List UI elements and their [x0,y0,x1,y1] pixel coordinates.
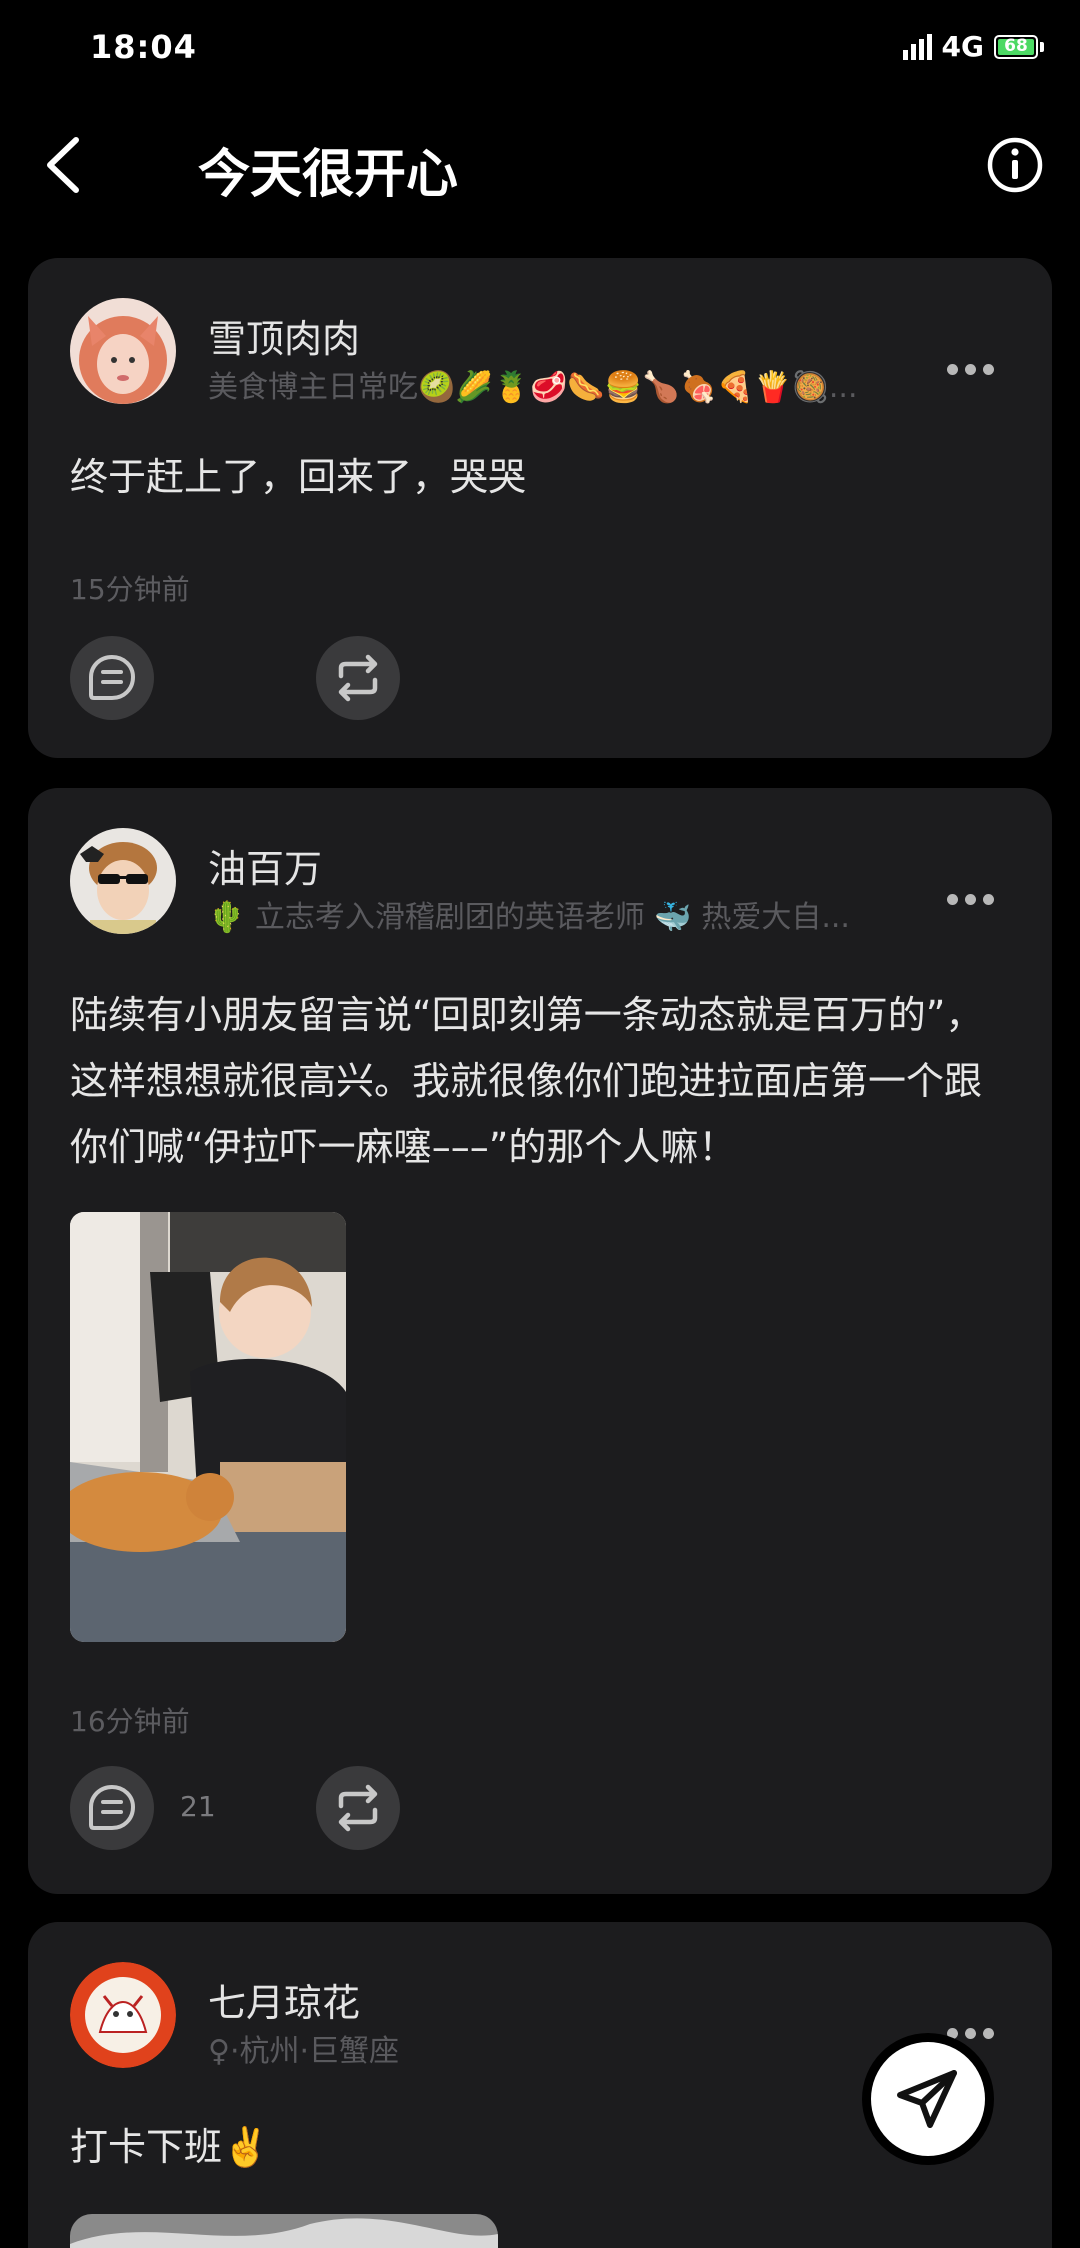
dot [983,2027,994,2039]
comment-button[interactable] [70,636,154,720]
status-bar: 18:04 4G 68 [0,0,1080,96]
network-type: 4G [941,30,984,63]
post-card[interactable]: 雪顶肉肉 美食博主日常吃🥝🌽🍍🥩🌭🍔🍗🍖🍕🍟🥘... 终于赶上了，回来了，哭哭 … [28,258,1052,758]
author-bio: ♀·杭州·巨蟹座 [208,2034,400,2069]
dot [983,363,994,375]
repost-button[interactable] [316,1766,400,1850]
comment-button[interactable] [70,1766,154,1850]
battery-level: 68 [1004,35,1028,56]
author-bio: 🌵 立志考入滑稽剧团的英语老师 🐳 热爱大自... [208,900,850,935]
post-image[interactable] [70,1212,346,1642]
back-button[interactable] [36,132,96,198]
dot [965,2027,976,2039]
repost-icon [338,654,378,702]
author-name[interactable]: 雪顶肉肉 [208,308,360,363]
post-image[interactable] [70,2214,498,2248]
post-card[interactable]: 油百万 🌵 立志考入滑稽剧团的英语老师 🐳 热爱大自... 陆续有小朋友留言说“… [28,788,1052,1894]
avatar[interactable] [70,298,176,404]
avatar[interactable] [70,1962,176,2068]
more-options-button[interactable] [947,354,994,384]
comment-icon [89,654,136,700]
battery-icon: 68 [994,34,1038,59]
comment-count: 21 [180,1790,216,1823]
compose-button-face [871,2042,985,2156]
dot [965,363,976,375]
post-text: 陆续有小朋友留言说“回即刻第一条动态就是百万的”，这样想想就很高兴。我就很像你们… [70,993,984,1169]
author-name[interactable]: 七月琼花 [208,1972,360,2027]
compose-button[interactable] [862,2033,994,2165]
post-timestamp: 15分钟前 [70,573,190,606]
author-bio: 美食博主日常吃🥝🌽🍍🥩🌭🍔🍗🍖🍕🍟🥘... [208,370,858,405]
page-title: 今天很开心 [198,145,459,205]
send-icon [897,2070,957,2128]
status-time: 18:04 [90,28,197,66]
info-circle-icon [987,137,1043,193]
dot [983,893,994,905]
comment-icon [89,1784,136,1830]
repost-icon [338,1784,378,1832]
post-text: 终于赶上了，回来了，哭哭 [70,455,527,499]
screen: 18:04 4G 68 今天很开心 雪顶肉肉 美食博主日常吃🥝🌽🍍🥩🌭🍔🍗🍖🍕🍟… [0,0,1080,2248]
status-indicators: 4G 68 [902,30,1044,63]
dot [947,363,958,375]
repost-button[interactable] [316,636,400,720]
dot [965,893,976,905]
signal-icon [902,33,932,60]
info-button[interactable] [986,136,1044,194]
avatar[interactable] [70,828,176,934]
more-options-button[interactable] [947,884,994,914]
chevron-left-icon [47,137,79,193]
author-name[interactable]: 油百万 [208,838,322,893]
dot [947,893,958,905]
post-timestamp: 16分钟前 [70,1705,190,1738]
top-bar: 今天很开心 [0,110,1080,220]
